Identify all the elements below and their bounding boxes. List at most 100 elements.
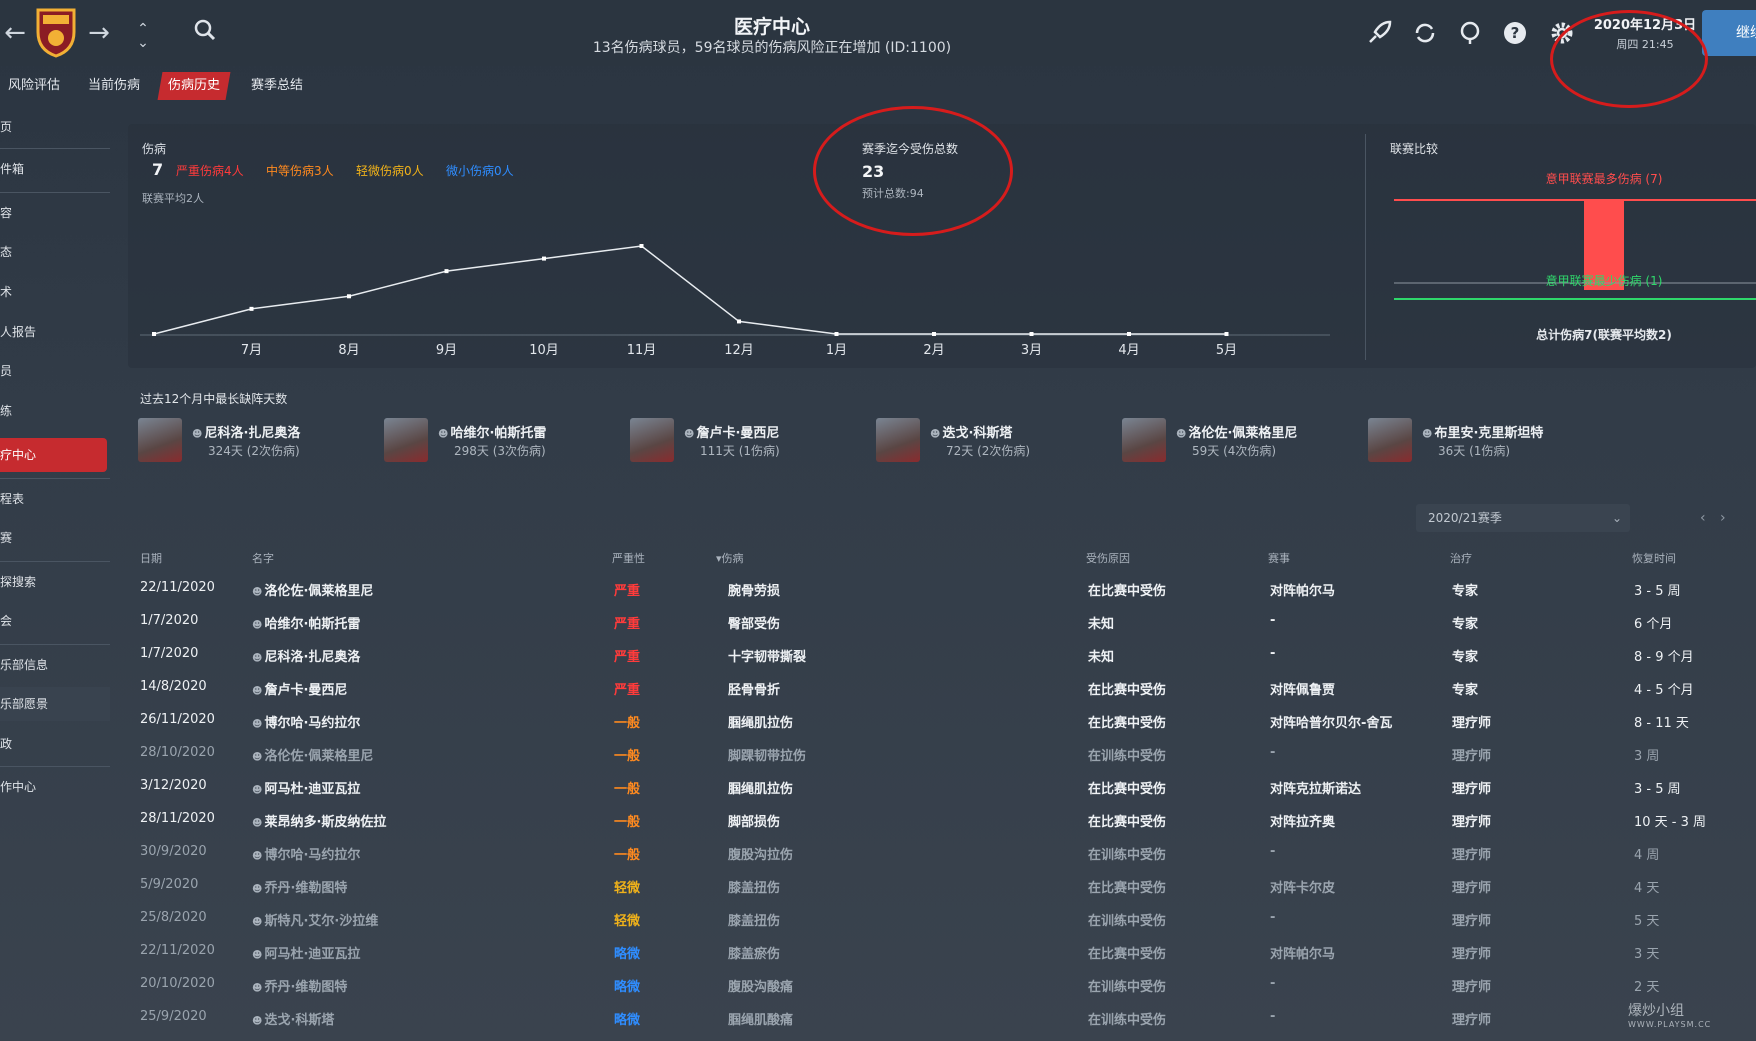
absent-player-card[interactable]: ☻ 迭戈·科斯塔 72天 (2次伤病) bbox=[876, 418, 1116, 464]
cell-injury: 臀部受伤 bbox=[728, 617, 781, 632]
cell-player-name[interactable]: ☻ 阿马杜·迪亚瓦拉 bbox=[252, 943, 360, 962]
col-header-date[interactable]: 日期 bbox=[140, 550, 162, 566]
cell-player-name-text: 莱昂纳多·斯皮纳佐拉 bbox=[264, 815, 387, 830]
sidebar-divider bbox=[0, 192, 110, 193]
col-header-match[interactable]: 赛事 bbox=[1268, 550, 1290, 566]
table-row[interactable]: 30/9/2020 ☻ 博尔哈·马约拉尔 一般 腹股沟拉伤 在训练中受伤 - 理疗师 4 周 bbox=[128, 836, 1756, 869]
refresh-icon[interactable] bbox=[1412, 20, 1438, 46]
sidebar-item-squad[interactable]: 容 bbox=[0, 196, 110, 230]
cell-injury: 腘绳肌拉伤 bbox=[728, 782, 794, 797]
table-row[interactable]: 22/11/2020 ☻ 洛伦佐·佩莱格里尼 严重 腕骨劳损 在比赛中受伤 对阵帕尔马 专家 3… bbox=[128, 572, 1756, 605]
cell-date: 28/11/2020 bbox=[140, 811, 215, 826]
rocket-icon[interactable] bbox=[1366, 20, 1392, 46]
absent-player-card[interactable]: ☻ 哈维尔·帕斯托雷 298天 (3次伤病) bbox=[384, 418, 624, 464]
table-row[interactable]: 25/9/2020 ☻ 迭戈·科斯塔 略微 腘绳肌酸痛 在训练中受伤 - 理疗师 bbox=[128, 1001, 1756, 1034]
cell-player-name-text: 乔丹·维勒图特 bbox=[264, 881, 348, 896]
cell-severity: 一般 bbox=[614, 782, 641, 797]
sidebar-item-inbox[interactable]: 件箱 bbox=[0, 152, 110, 186]
tab-season-summary[interactable]: 赛季总结 bbox=[243, 72, 311, 100]
sidebar-item-dev-centre[interactable]: 作中心 bbox=[0, 770, 110, 804]
absent-player-card[interactable]: ☻ 洛伦佐·佩莱格里尼 59天 (4次伤病) bbox=[1122, 418, 1362, 464]
table-row[interactable]: 5/9/2020 ☻ 乔丹·维勒图特 轻微 膝盖扭伤 在比赛中受伤 对阵卡尔皮 理疗师 4 天 bbox=[128, 869, 1756, 902]
cell-recovery: 8 - 9 个月 bbox=[1634, 650, 1694, 665]
cell-player-name-text: 洛伦佐·佩莱格里尼 bbox=[264, 749, 374, 764]
annotation-circle bbox=[1550, 10, 1708, 108]
person-icon: ☻ bbox=[438, 429, 449, 440]
table-row[interactable]: 14/8/2020 ☻ 詹卢卡·曼西尼 严重 胫骨骨折 在比赛中受伤 对阵佩鲁贾 专家 4 - … bbox=[128, 671, 1756, 704]
cell-player-name-text: 哈维尔·帕斯托雷 bbox=[264, 617, 361, 632]
data-point bbox=[444, 269, 449, 274]
cell-treatment: 理疗师 bbox=[1452, 914, 1492, 929]
sidebar-item-club-info[interactable]: 乐部信息 bbox=[0, 648, 110, 682]
sidebar-item-transfers[interactable]: 会 bbox=[0, 604, 110, 638]
cell-severity: 略微 bbox=[614, 1013, 641, 1028]
table-row[interactable]: 26/11/2020 ☻ 博尔哈·马约拉尔 一般 腘绳肌拉伤 在比赛中受伤 对阵哈普尔贝尔-… bbox=[128, 704, 1756, 737]
longest-absent-title: 过去12个月中最长缺阵天数 bbox=[140, 392, 288, 406]
cell-player-name[interactable]: ☻ 洛伦佐·佩莱格里尼 bbox=[252, 745, 373, 764]
cell-player-name-text: 阿马杜·迪亚瓦拉 bbox=[264, 947, 361, 962]
absent-player-card[interactable]: ☻ 詹卢卡·曼西尼 111天 (1伤病) bbox=[630, 418, 870, 464]
table-row[interactable]: 20/10/2020 ☻ 乔丹·维勒图特 略微 腹股沟酸痛 在训练中受伤 - 理疗师 2 天 bbox=[128, 968, 1756, 1001]
sidebar-item-club-vision[interactable]: 乐部愿景 bbox=[0, 687, 110, 721]
tab-injury-history[interactable]: 伤病历史 bbox=[157, 72, 231, 100]
tab-current-injuries[interactable]: 当前伤病 bbox=[80, 72, 148, 100]
table-row[interactable]: 25/8/2020 ☻ 斯特凡·艾尔·沙拉维 轻微 膝盖扭伤 在训练中受伤 - 理疗师 5 天 bbox=[128, 902, 1756, 935]
col-header-cause[interactable]: 受伤原因 bbox=[1086, 550, 1130, 566]
cell-player-name[interactable]: ☻ 詹卢卡·曼西尼 bbox=[252, 679, 347, 698]
x-tick-label: 8月 bbox=[338, 343, 359, 358]
table-row[interactable]: 28/11/2020 ☻ 莱昂纳多·斯皮纳佐拉 一般 脚部损伤 在比赛中受伤 对阵拉齐奥 理疗… bbox=[128, 803, 1756, 836]
col-header-severity[interactable]: 严重性 bbox=[612, 550, 645, 566]
page-subtitle: 13名伤病球员，59名球员的伤病风险正在增加 (ID:1100) bbox=[592, 40, 952, 56]
season-dropdown[interactable]: 2020/21赛季 ⌄ bbox=[1416, 504, 1630, 532]
sidebar-item-schedule[interactable]: 程表 bbox=[0, 482, 110, 516]
cell-severity: 轻微 bbox=[614, 914, 641, 929]
sidebar-item-dynamics[interactable]: 态 bbox=[0, 235, 110, 269]
table-row[interactable]: 28/10/2020 ☻ 洛伦佐·佩莱格里尼 一般 脚踝韧带拉伤 在训练中受伤 - 理疗师 3 … bbox=[128, 737, 1756, 770]
cell-player-name[interactable]: ☻ 莱昂纳多·斯皮纳佐拉 bbox=[252, 811, 386, 830]
sidebar-item-reports[interactable]: 人报告 bbox=[0, 315, 110, 349]
col-header-name[interactable]: 名字 bbox=[252, 550, 274, 566]
sidebar-item-medical-centre[interactable]: 疗中心 bbox=[0, 438, 107, 472]
col-header-recovery[interactable]: 恢复时间 bbox=[1632, 550, 1676, 566]
cell-player-name[interactable]: ☻ 乔丹·维勒图特 bbox=[252, 877, 347, 896]
sidebar-item-competitions[interactable]: 赛 bbox=[0, 521, 110, 555]
cell-player-name[interactable]: ☻ 乔丹·维勒图特 bbox=[252, 976, 347, 995]
table-row[interactable]: 1/7/2020 ☻ 尼科洛·扎尼奥洛 严重 十字韧带撕裂 未知 - 专家 8 - 9 个月 bbox=[128, 638, 1756, 671]
cell-player-name[interactable]: ☻ 斯特凡·艾尔·沙拉维 bbox=[252, 910, 378, 929]
prev-season-icon[interactable]: ‹ bbox=[1700, 504, 1706, 532]
cell-cause: 未知 bbox=[1088, 617, 1115, 632]
table-row[interactable]: 22/11/2020 ☻ 阿马杜·迪亚瓦拉 略微 膝盖瘀伤 在比赛中受伤 对阵帕尔马 理疗师 3… bbox=[128, 935, 1756, 968]
sidebar-item-finances[interactable]: 政 bbox=[0, 727, 110, 761]
sidebar-item-training[interactable]: 练 bbox=[0, 394, 110, 428]
data-point bbox=[249, 306, 254, 311]
cell-cause: 在比赛中受伤 bbox=[1088, 584, 1167, 599]
sidebar-item-tactics[interactable]: 术 bbox=[0, 275, 110, 309]
absent-player-card[interactable]: ☻ 布里安·克里斯坦特 36天 (1伤病) bbox=[1368, 418, 1608, 464]
cell-player-name[interactable]: ☻ 尼科洛·扎尼奥洛 bbox=[252, 646, 360, 665]
help-icon[interactable]: ? bbox=[1502, 20, 1528, 46]
table-row[interactable]: 1/7/2020 ☻ 哈维尔·帕斯托雷 严重 臀部受伤 未知 - 专家 6 个月 bbox=[128, 605, 1756, 638]
cell-player-name[interactable]: ☻ 洛伦佐·佩莱格里尼 bbox=[252, 580, 373, 599]
tab-risk-assessment[interactable]: 风险评估 bbox=[0, 72, 68, 100]
cell-player-name[interactable]: ☻ 博尔哈·马约拉尔 bbox=[252, 844, 360, 863]
cell-player-name[interactable]: ☻ 阿马杜·迪亚瓦拉 bbox=[252, 778, 360, 797]
sidebar-item-staff[interactable]: 员 bbox=[0, 354, 110, 388]
cell-cause: 在比赛中受伤 bbox=[1088, 881, 1167, 896]
sidebar-item-home[interactable]: 页 bbox=[0, 110, 110, 144]
cell-match: - bbox=[1270, 613, 1276, 628]
sidebar-item-scouting[interactable]: 探搜索 bbox=[0, 565, 110, 599]
cell-player-name[interactable]: ☻ 哈维尔·帕斯托雷 bbox=[252, 613, 360, 632]
sidebar-divider bbox=[0, 644, 110, 645]
next-season-icon[interactable]: › bbox=[1720, 504, 1726, 532]
cell-treatment: 理疗师 bbox=[1452, 815, 1492, 830]
globe-icon[interactable] bbox=[1457, 20, 1483, 46]
cell-injury: 腹股沟拉伤 bbox=[728, 848, 794, 863]
cell-recovery: 4 周 bbox=[1634, 848, 1660, 863]
col-header-injury[interactable]: ▾伤病 bbox=[716, 550, 744, 566]
continue-button[interactable]: 继续 bbox=[1702, 10, 1756, 56]
cell-player-name[interactable]: ☻ 迭戈·科斯塔 bbox=[252, 1009, 334, 1028]
table-row[interactable]: 3/12/2020 ☻ 阿马杜·迪亚瓦拉 一般 腘绳肌拉伤 在比赛中受伤 对阵克拉斯诺达 理疗… bbox=[128, 770, 1756, 803]
cell-player-name[interactable]: ☻ 博尔哈·马约拉尔 bbox=[252, 712, 360, 731]
col-header-treatment[interactable]: 治疗 bbox=[1450, 550, 1472, 566]
absent-player-card[interactable]: ☻ 尼科洛·扎尼奥洛 324天 (2次伤病) bbox=[138, 418, 378, 464]
